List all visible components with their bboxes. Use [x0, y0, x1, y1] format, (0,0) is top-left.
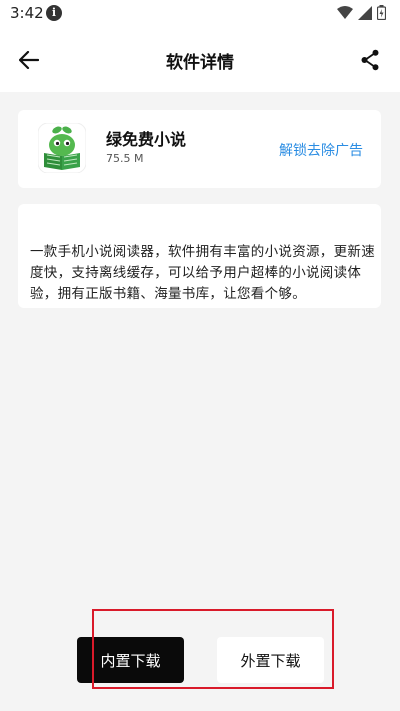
share-icon — [361, 49, 379, 71]
green-sprout-reading-book-icon — [37, 122, 87, 174]
highlight-annotation-box — [92, 609, 334, 689]
app-name: 绿免费小说 — [106, 130, 187, 149]
battery-icon — [377, 5, 386, 20]
status-time: 3:42 — [10, 4, 44, 22]
status-icons — [337, 5, 386, 20]
page-title: 软件详情 — [166, 53, 234, 73]
app-icon — [37, 122, 87, 174]
unlock-remove-ads-link[interactable]: 解锁去除广告 — [279, 140, 363, 160]
description-card: 一款手机小说阅读器，软件拥有丰富的小说资源，更新速度快，支持离线缓存，可以给予用… — [18, 204, 381, 308]
info-icon: i — [46, 5, 62, 21]
signal-icon — [358, 5, 372, 20]
description-text: 一款手机小说阅读器，软件拥有丰富的小说资源，更新速度快，支持离线缓存，可以给予用… — [30, 244, 375, 302]
app-bar: 软件详情 — [0, 28, 400, 92]
app-info-card: 绿免费小说 75.5 M 解锁去除广告 — [18, 110, 381, 188]
app-size: 75.5 M — [106, 152, 144, 165]
status-bar: 3:42 i — [0, 0, 400, 28]
share-button[interactable] — [356, 46, 384, 74]
wifi-icon — [337, 5, 353, 19]
